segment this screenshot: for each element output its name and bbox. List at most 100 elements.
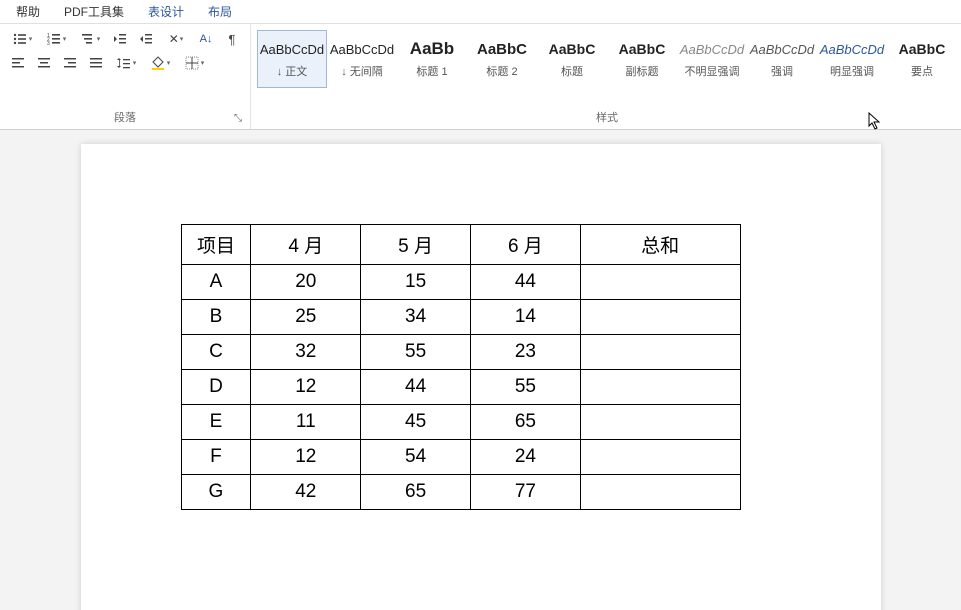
document-table[interactable]: 项目 4 月 5 月 6 月 总和 A201544 B253414 C32552… <box>181 224 741 510</box>
asian-layout-button[interactable]: ✕▾ <box>160 28 192 50</box>
menu-help[interactable]: 帮助 <box>4 1 52 22</box>
align-center-button[interactable] <box>32 52 56 74</box>
align-left-button[interactable] <box>6 52 30 74</box>
table-cell[interactable]: 44 <box>361 370 471 405</box>
table-cell[interactable]: C <box>181 335 251 370</box>
bullet-list-button[interactable]: ▾ <box>6 28 38 50</box>
align-justify-button[interactable] <box>84 52 108 74</box>
table-cell[interactable]: A <box>181 265 251 300</box>
table-cell[interactable] <box>580 335 740 370</box>
ribbon-group-styles: AaBbCcDd ↓ 正文 AaBbCcDd ↓ 无间隔 AaBb 标题 1 A… <box>251 24 961 129</box>
style-title[interactable]: AaBbC 标题 <box>537 30 607 88</box>
table-cell[interactable]: 11 <box>251 405 361 440</box>
table-cell[interactable]: 23 <box>470 335 580 370</box>
table-cell[interactable]: 54 <box>361 440 471 475</box>
style-name: 明显强调 <box>830 63 874 79</box>
table-header-cell[interactable]: 项目 <box>181 225 251 265</box>
style-preview: AaBbCcDd <box>260 39 324 59</box>
ribbon: ▾ 123▾ ▾ ✕▾ A↓ ¶ ▾ ▾ ▾ 段落 ⤡ <box>0 24 961 130</box>
table-cell[interactable] <box>580 440 740 475</box>
style-name: 标题 1 <box>416 63 447 79</box>
table-cell[interactable]: D <box>181 370 251 405</box>
table-cell[interactable]: 24 <box>470 440 580 475</box>
style-subtle-emphasis[interactable]: AaBbCcDd 不明显强调 <box>677 30 747 88</box>
table-cell[interactable] <box>580 300 740 335</box>
paragraph-dialog-launcher[interactable]: ⤡ <box>234 113 246 125</box>
table-cell[interactable]: 55 <box>470 370 580 405</box>
multilevel-list-button[interactable]: ▾ <box>74 28 106 50</box>
style-preview: AaBbC <box>477 39 527 59</box>
menu-table-design[interactable]: 表设计 <box>136 1 196 22</box>
table-cell[interactable] <box>580 265 740 300</box>
sort-button[interactable]: A↓ <box>194 28 218 50</box>
table-cell[interactable]: 14 <box>470 300 580 335</box>
style-no-spacing[interactable]: AaBbCcDd ↓ 无间隔 <box>327 30 397 88</box>
table-cell[interactable]: E <box>181 405 251 440</box>
line-spacing-button[interactable]: ▾ <box>110 52 142 74</box>
ribbon-group-paragraph: ▾ 123▾ ▾ ✕▾ A↓ ¶ ▾ ▾ ▾ 段落 ⤡ <box>0 24 251 129</box>
decrease-indent-button[interactable] <box>108 28 132 50</box>
table-cell[interactable]: G <box>181 475 251 510</box>
table-cell[interactable]: 12 <box>251 440 361 475</box>
document-area[interactable]: 项目 4 月 5 月 6 月 总和 A201544 B253414 C32552… <box>0 130 961 610</box>
table-row[interactable]: E114565 <box>181 405 740 440</box>
table-cell[interactable]: 20 <box>251 265 361 300</box>
style-normal[interactable]: AaBbCcDd ↓ 正文 <box>257 30 327 88</box>
styles-gallery: AaBbCcDd ↓ 正文 AaBbCcDd ↓ 无间隔 AaBb 标题 1 A… <box>257 28 957 88</box>
style-name: ↓ 无间隔 <box>341 63 383 79</box>
document-page[interactable]: 项目 4 月 5 月 6 月 总和 A201544 B253414 C32552… <box>81 144 881 610</box>
table-cell[interactable]: 15 <box>361 265 471 300</box>
table-row[interactable]: B253414 <box>181 300 740 335</box>
style-name: 标题 2 <box>486 63 517 79</box>
table-cell[interactable]: 12 <box>251 370 361 405</box>
table-cell[interactable] <box>580 370 740 405</box>
table-cell[interactable]: 42 <box>251 475 361 510</box>
show-marks-button[interactable]: ¶ <box>220 28 244 50</box>
table-header-cell[interactable]: 5 月 <box>361 225 471 265</box>
style-preview: AaBbC <box>619 39 666 59</box>
numbered-list-button[interactable]: 123▾ <box>40 28 72 50</box>
table-cell[interactable]: 77 <box>470 475 580 510</box>
table-header-cell[interactable]: 4 月 <box>251 225 361 265</box>
table-cell[interactable]: 45 <box>361 405 471 440</box>
table-header-row[interactable]: 项目 4 月 5 月 6 月 总和 <box>181 225 740 265</box>
style-name: ↓ 正文 <box>277 63 308 79</box>
style-heading-2[interactable]: AaBbC 标题 2 <box>467 30 537 88</box>
table-row[interactable]: C325523 <box>181 335 740 370</box>
style-preview: AaBbCcDd <box>820 39 884 59</box>
table-cell[interactable]: 25 <box>251 300 361 335</box>
table-cell[interactable]: 34 <box>361 300 471 335</box>
style-subtitle[interactable]: AaBbC 副标题 <box>607 30 677 88</box>
table-header-cell[interactable]: 总和 <box>580 225 740 265</box>
table-cell[interactable]: 65 <box>470 405 580 440</box>
table-cell[interactable]: 55 <box>361 335 471 370</box>
style-strong[interactable]: AaBbC 要点 <box>887 30 957 88</box>
style-emphasis[interactable]: AaBbCcDd 强调 <box>747 30 817 88</box>
increase-indent-button[interactable] <box>134 28 158 50</box>
menu-bar: 帮助 PDF工具集 表设计 布局 <box>0 0 961 24</box>
table-row[interactable]: D124455 <box>181 370 740 405</box>
style-heading-1[interactable]: AaBb 标题 1 <box>397 30 467 88</box>
table-cell[interactable]: B <box>181 300 251 335</box>
style-preview: AaBbCcDd <box>680 39 744 59</box>
table-cell[interactable]: 44 <box>470 265 580 300</box>
table-row[interactable]: G426577 <box>181 475 740 510</box>
svg-text:3: 3 <box>47 41 50 47</box>
table-cell[interactable]: 32 <box>251 335 361 370</box>
table-cell[interactable]: F <box>181 440 251 475</box>
shading-button[interactable]: ▾ <box>144 52 176 74</box>
menu-layout[interactable]: 布局 <box>196 1 244 22</box>
table-row[interactable]: A201544 <box>181 265 740 300</box>
paragraph-group-label: 段落 <box>6 107 244 129</box>
borders-button[interactable]: ▾ <box>178 52 210 74</box>
style-intense-emphasis[interactable]: AaBbCcDd 明显强调 <box>817 30 887 88</box>
style-preview: AaBb <box>410 39 454 59</box>
table-row[interactable]: F125424 <box>181 440 740 475</box>
table-cell[interactable] <box>580 405 740 440</box>
style-name: 要点 <box>911 63 933 79</box>
table-header-cell[interactable]: 6 月 <box>470 225 580 265</box>
align-right-button[interactable] <box>58 52 82 74</box>
table-cell[interactable]: 65 <box>361 475 471 510</box>
table-cell[interactable] <box>580 475 740 510</box>
menu-pdf-tools[interactable]: PDF工具集 <box>52 1 136 22</box>
